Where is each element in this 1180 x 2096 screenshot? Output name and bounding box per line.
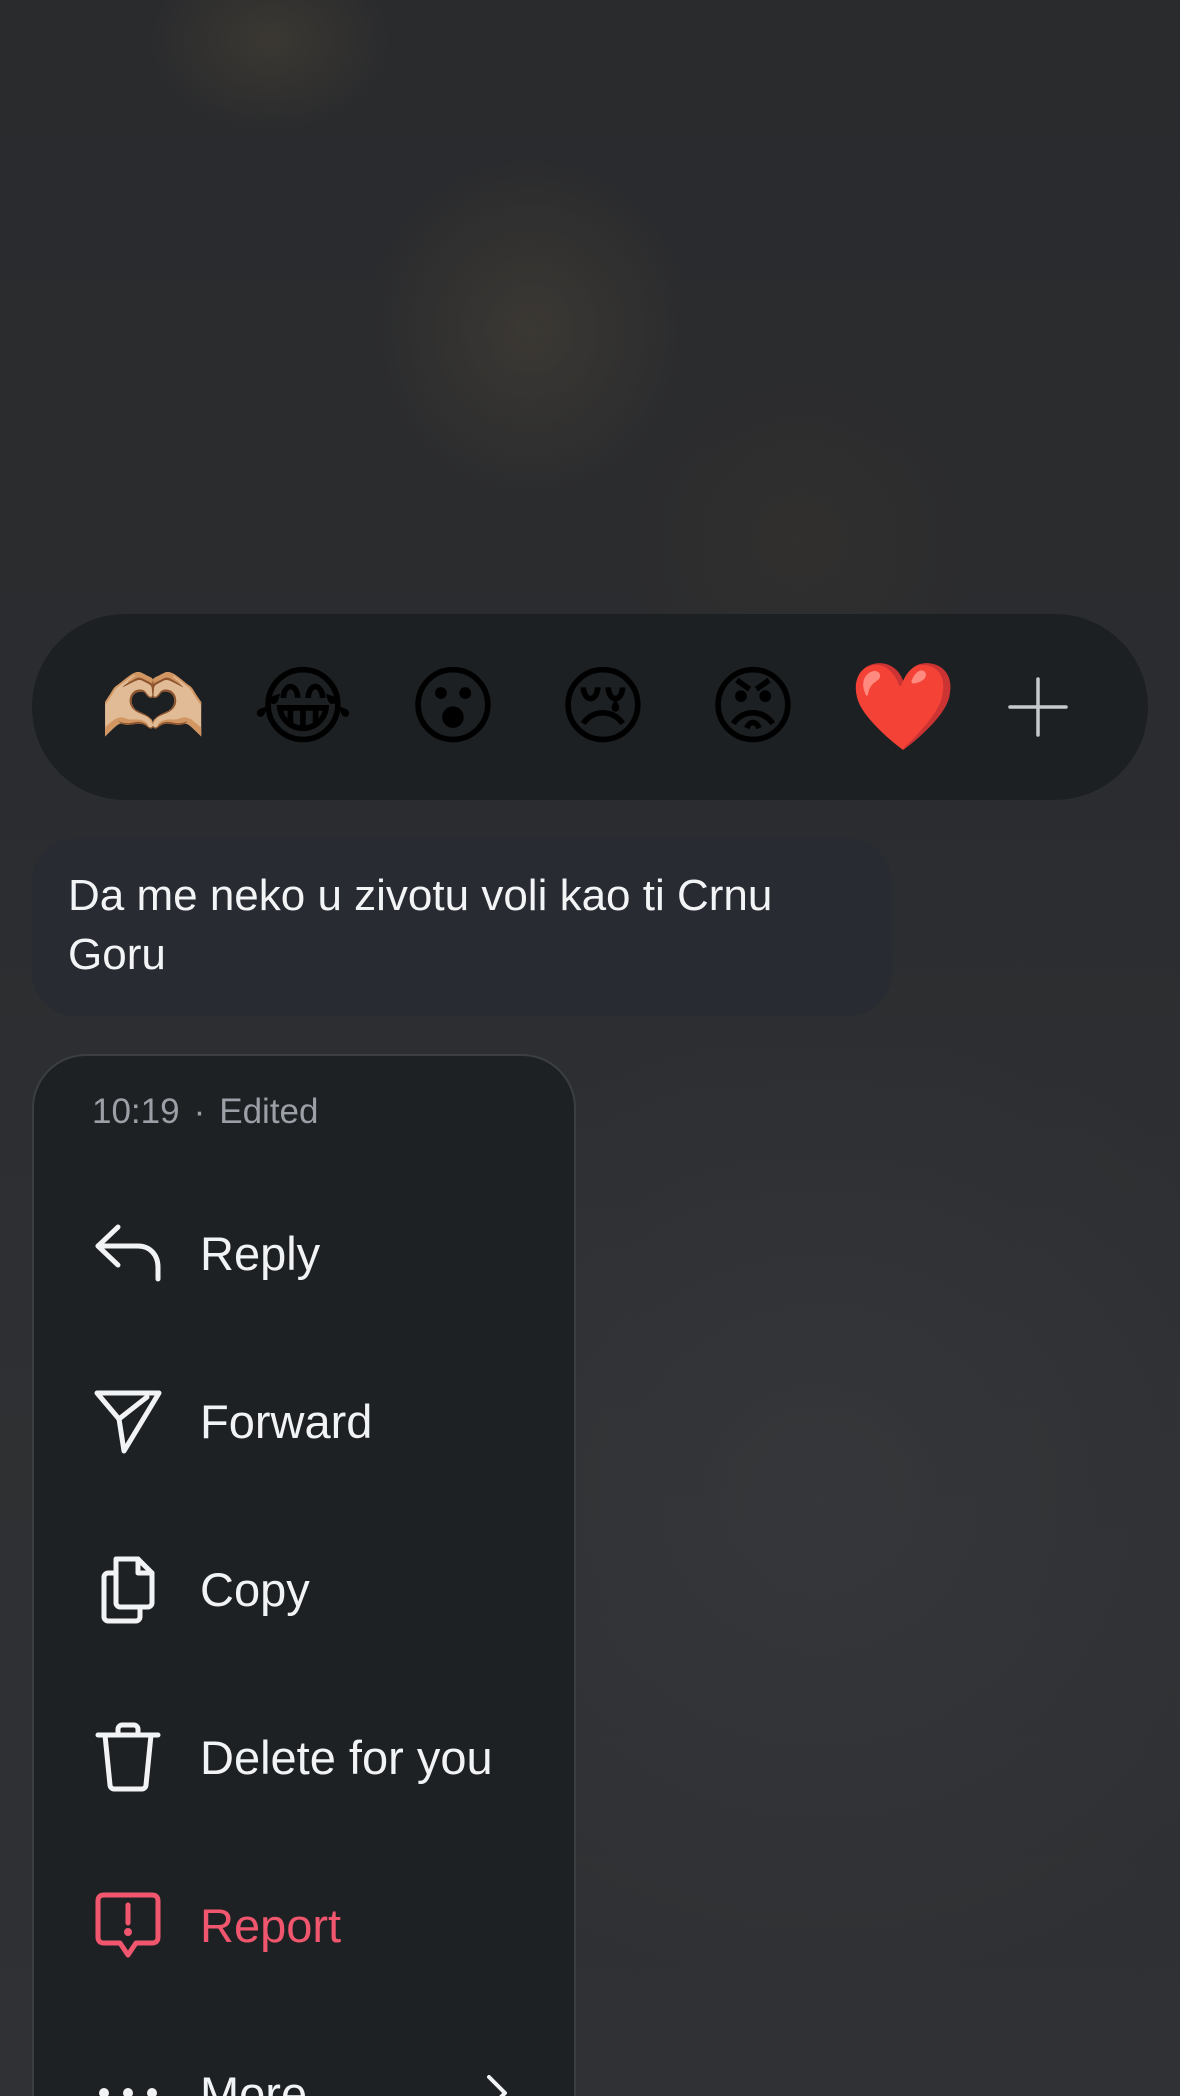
message-context-menu: 10:19 · Edited Reply Forward Copy Delete… bbox=[32, 1054, 576, 2096]
forward-label: Forward bbox=[200, 1394, 373, 1448]
forward-icon bbox=[92, 1385, 164, 1457]
copy-label: Copy bbox=[200, 1562, 310, 1616]
reply-icon bbox=[92, 1217, 164, 1289]
report-menu-item[interactable]: Report bbox=[34, 1860, 574, 1990]
message-meta: 10:19 · Edited bbox=[92, 1092, 319, 1132]
delete-for-you-menu-item[interactable]: Delete for you bbox=[34, 1692, 574, 1822]
reply-menu-item[interactable]: Reply bbox=[34, 1188, 574, 1318]
copy-menu-item[interactable]: Copy bbox=[34, 1524, 574, 1654]
reaction-crying-face[interactable]: 😢 bbox=[548, 652, 658, 762]
forward-menu-item[interactable]: Forward bbox=[34, 1356, 574, 1486]
plus-icon bbox=[1008, 677, 1068, 737]
delete-for-you-label: Delete for you bbox=[200, 1730, 493, 1784]
edited-status: Edited bbox=[219, 1092, 319, 1131]
meta-separator: · bbox=[193, 1092, 206, 1131]
message-bubble[interactable]: Da me neko u zivotu voli kao ti Crnu Gor… bbox=[32, 838, 892, 1016]
reaction-open-mouth[interactable]: 😮 bbox=[398, 652, 508, 762]
more-label: More bbox=[200, 2066, 308, 2096]
reaction-bar: 🫶🏼 😂 😮 😢 😡 ❤️ bbox=[32, 614, 1148, 800]
reaction-red-heart[interactable]: ❤️ bbox=[848, 652, 958, 762]
report-icon bbox=[92, 1889, 164, 1961]
copy-icon bbox=[92, 1553, 164, 1625]
reply-label: Reply bbox=[200, 1226, 321, 1280]
trash-icon bbox=[92, 1721, 164, 1793]
more-menu-item[interactable]: More bbox=[34, 2028, 574, 2096]
add-reaction-button[interactable] bbox=[998, 667, 1078, 747]
screen: 🫶🏼 😂 😮 😢 😡 ❤️ Da me neko u zivotu voli k… bbox=[0, 0, 1180, 2096]
report-label: Report bbox=[200, 1898, 342, 1952]
chevron-right-icon bbox=[487, 2075, 507, 2096]
reaction-angry-face[interactable]: 😡 bbox=[698, 652, 808, 762]
message-time: 10:19 bbox=[92, 1092, 180, 1131]
reaction-tears-of-joy[interactable]: 😂 bbox=[248, 652, 358, 762]
more-icon bbox=[92, 2057, 164, 2096]
reaction-heart-hands[interactable]: 🫶🏼 bbox=[98, 652, 208, 762]
